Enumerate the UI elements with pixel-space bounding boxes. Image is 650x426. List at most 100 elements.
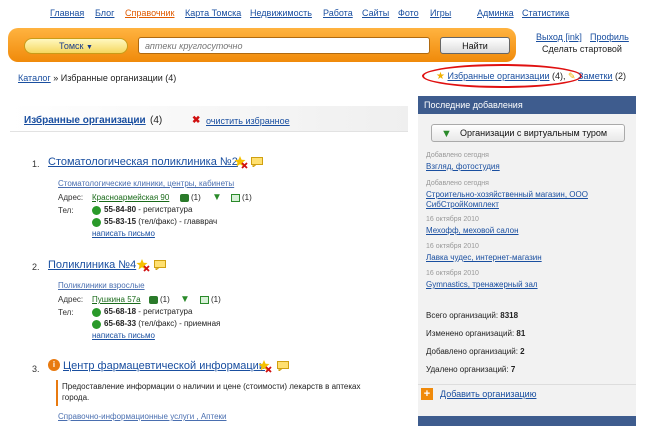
org-title-link[interactable]: Центр фармацевтической информации — [63, 360, 265, 372]
nav-item-real-estate[interactable]: Недвижимость — [250, 8, 312, 18]
recent-date: 16 октября 2010 — [426, 216, 479, 223]
address-label: Адрес: — [58, 295, 84, 304]
star-icon: ★ — [436, 71, 445, 82]
remove-favorite-icon[interactable] — [258, 359, 272, 373]
info-icon: i — [48, 359, 60, 371]
recent-additions-sidebar: Последние добавления ▼ Организации с вир… — [418, 96, 636, 426]
clear-icon[interactable]: ✖ — [192, 115, 200, 126]
stat-changed: Изменено организаций: 81 — [426, 329, 526, 338]
favorites-link[interactable]: Избранные организации — [447, 71, 549, 81]
nav-item-sites[interactable]: Сайты — [362, 8, 389, 18]
nav-item-blog[interactable]: Блог — [95, 8, 114, 18]
phone-icon — [92, 320, 101, 329]
nav-item-tomsk-map[interactable]: Карта Томска — [185, 8, 241, 18]
breadcrumb-count: (4) — [165, 73, 177, 83]
org-category-link[interactable]: Поликлиники взрослые — [58, 281, 145, 290]
recent-org-link[interactable]: Мехофф, меховой салон — [426, 226, 519, 235]
stat-deleted: Удалено организаций: 7 — [426, 365, 516, 374]
nav-item-statistics[interactable]: Статистика — [522, 8, 569, 18]
write-letter-link[interactable]: написать письмо — [92, 331, 155, 340]
comment-icon[interactable] — [251, 157, 263, 167]
camera-icon — [149, 296, 158, 304]
sidebar-footer-bar — [418, 416, 636, 426]
phone-entry: 55-83-15 (тел/факс) - главврач — [104, 217, 218, 226]
nav-item-photo[interactable]: Фото — [398, 8, 419, 18]
recent-org-link[interactable]: Строительно-хозяйственный магазин, ООО — [426, 190, 588, 199]
org-number: 2. — [32, 262, 40, 272]
nav-item-admin[interactable]: Админка — [477, 8, 514, 18]
search-input[interactable] — [138, 37, 430, 54]
org-category-link[interactable]: Стоматологические клиники, центры, кабин… — [58, 179, 234, 188]
breadcrumb-current: Избранные организации — [60, 73, 163, 83]
org-category-link[interactable]: Справочно-информационные услуги , Аптеки — [58, 412, 227, 421]
address-link[interactable]: Красноармейская 90 — [92, 193, 169, 202]
breadcrumb-catalog[interactable]: Каталог — [18, 73, 51, 83]
chevron-down-icon: ▼ — [86, 44, 93, 51]
stat-total: Всего организаций: 8318 — [426, 311, 519, 320]
logout-link[interactable]: Выход [ink] — [536, 32, 582, 42]
breadcrumb: Каталог » Избранные организации (4) — [18, 73, 176, 83]
profile-link[interactable]: Профиль — [590, 32, 629, 42]
remove-favorite-icon[interactable] — [234, 155, 248, 169]
make-homepage-link[interactable]: Сделать стартовой — [542, 44, 622, 54]
add-organization-link[interactable]: Добавить организацию — [440, 389, 536, 399]
note-icon: ✎ — [568, 71, 576, 81]
recent-date: Добавлено сегодня — [426, 180, 489, 187]
notes-link[interactable]: Заметки — [578, 71, 612, 81]
review-count: (1) — [211, 295, 221, 304]
recent-org-link[interactable]: Взгляд, фотостудия — [426, 162, 500, 171]
nav-item-games[interactable]: Игры — [430, 8, 451, 18]
favorites-notes-links: ★ Избранные организации (4), ✎ Заметки (… — [436, 71, 626, 82]
phone-icon — [92, 206, 101, 215]
photo-count: (1) — [160, 295, 170, 304]
nav-item-directory[interactable]: Справочник — [125, 8, 175, 18]
breadcrumb-separator: » — [53, 73, 59, 83]
org-number: 1. — [32, 159, 40, 169]
virtual-tour-button[interactable]: ▼ Организации с виртуальным туром — [431, 124, 625, 142]
camera-icon — [180, 194, 189, 202]
city-selector[interactable]: Томск ▼ — [24, 38, 128, 54]
phone-entry: 65-68-18 - регистратура — [104, 307, 193, 316]
org-number: 3. — [32, 364, 40, 374]
recent-date: Добавлено сегодня — [426, 152, 489, 159]
recent-org-link[interactable]: СибСтройКомплект — [426, 200, 499, 209]
filter-icon[interactable]: ▼ — [212, 192, 222, 203]
description-bar — [56, 380, 58, 406]
remove-favorite-icon[interactable] — [136, 258, 150, 272]
search-button[interactable]: Найти — [440, 37, 510, 54]
favorites-title[interactable]: Избранные организации — [24, 115, 146, 126]
comment-icon[interactable] — [277, 361, 289, 371]
favorites-panel: Избранные организации (4) ✖ очистить изб… — [10, 92, 408, 426]
favorites-count: (4), — [552, 71, 566, 81]
clear-favorites-link[interactable]: очистить избранное — [206, 116, 290, 126]
top-nav: Главная Блог Справочник Карта Томска Нед… — [0, 8, 650, 22]
reviews-icon — [231, 194, 240, 202]
nav-item-jobs[interactable]: Работа — [323, 8, 353, 18]
notes-count: (2) — [615, 71, 627, 81]
address-label: Адрес: — [58, 193, 84, 202]
favorites-count: (4) — [150, 115, 163, 126]
address-link[interactable]: Пушкина 57а — [92, 295, 141, 304]
filter-icon[interactable]: ▼ — [180, 294, 190, 305]
stat-added: Добавлено организаций: 2 — [426, 347, 525, 356]
plus-icon[interactable]: + — [421, 388, 433, 400]
org-description: Предоставление информации о наличии и це… — [62, 382, 361, 402]
recent-org-link[interactable]: Gymnastics, тренажерный зал — [426, 280, 538, 289]
comment-icon[interactable] — [154, 260, 166, 270]
write-letter-link[interactable]: написать письмо — [92, 229, 155, 238]
review-count: (1) — [242, 193, 252, 202]
virtual-tour-label: Организации с виртуальным туром — [460, 128, 608, 138]
org-title-link[interactable]: Стоматологическая поликлиника №2 — [48, 156, 238, 168]
favorites-header: Избранные организации (4) ✖ очистить изб… — [10, 106, 408, 132]
photo-count: (1) — [191, 193, 201, 202]
phone-icon — [92, 218, 101, 227]
reviews-icon — [200, 296, 209, 304]
phone-icon — [92, 308, 101, 317]
phone-entry: 55-84-80 - регистратура — [104, 205, 193, 214]
recent-org-link[interactable]: Лавка чудес, интернет-магазин — [426, 253, 542, 262]
org-title-link[interactable]: Поликлиника №4 — [48, 259, 136, 271]
city-label: Томск — [59, 41, 84, 51]
nav-item-home[interactable]: Главная — [50, 8, 84, 18]
recent-date: 16 октября 2010 — [426, 270, 479, 277]
phone-label: Тел: — [58, 308, 74, 317]
